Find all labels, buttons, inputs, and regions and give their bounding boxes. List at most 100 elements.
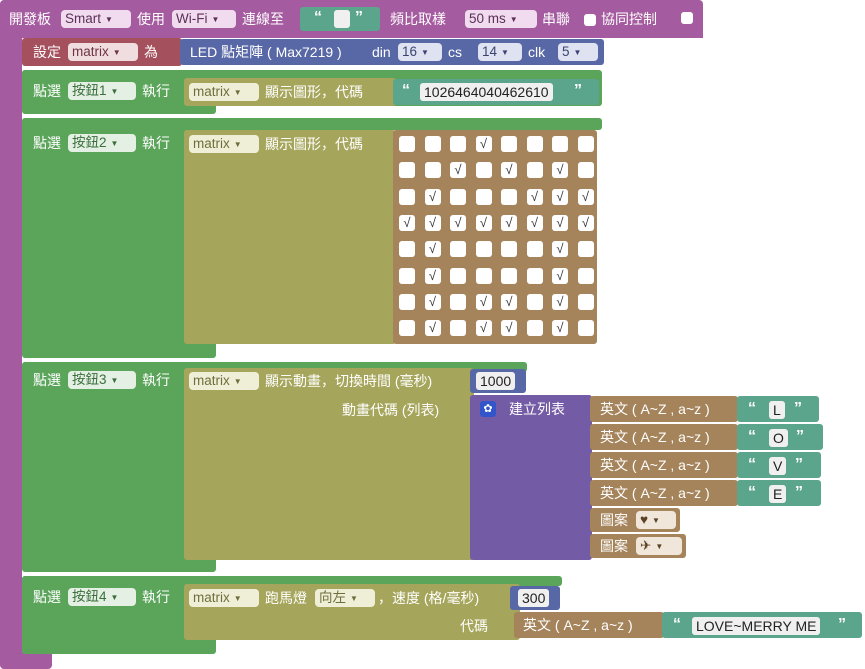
matrix-cell[interactable] bbox=[501, 188, 517, 205]
matrix-cell[interactable]: √ bbox=[450, 162, 466, 179]
matrix-cell[interactable]: √ bbox=[399, 214, 415, 231]
matrix-cell[interactable] bbox=[526, 293, 543, 310]
matrix-cell[interactable]: √ bbox=[424, 320, 441, 337]
matrix-cell[interactable]: √ bbox=[501, 320, 517, 337]
matrix-cell[interactable]: √ bbox=[475, 293, 492, 310]
pattern-code-field[interactable]: 1026464040462610 bbox=[420, 83, 553, 101]
matrix-cell[interactable]: √ bbox=[501, 214, 517, 231]
matrix-cell[interactable] bbox=[399, 241, 415, 258]
matrix-cell[interactable] bbox=[526, 267, 543, 284]
network-dropdown[interactable]: Wi-Fi ▼ bbox=[172, 10, 236, 28]
matrix-var-dropdown-1[interactable]: matrix ▼ bbox=[189, 83, 259, 101]
sync-label[interactable]: 協同控制 bbox=[584, 10, 657, 28]
device-id-field[interactable] bbox=[334, 10, 350, 28]
matrix-cell[interactable] bbox=[526, 320, 543, 337]
event-3-button-dropdown[interactable]: 按鈕3 ▼ bbox=[68, 371, 136, 389]
gear-icon[interactable]: ✿ bbox=[480, 401, 496, 417]
matrix-cell[interactable] bbox=[577, 241, 594, 258]
matrix-cell[interactable] bbox=[526, 162, 543, 179]
matrix-cell[interactable]: √ bbox=[475, 136, 492, 152]
matrix-cell[interactable]: √ bbox=[552, 267, 568, 284]
matrix-cell[interactable]: √ bbox=[475, 214, 492, 231]
matrix-cell[interactable] bbox=[399, 162, 415, 179]
matrix-cell[interactable]: √ bbox=[450, 214, 466, 231]
event-3-do-label: 執行 bbox=[142, 372, 170, 388]
matrix-cell[interactable] bbox=[501, 136, 517, 152]
marquee-text-field[interactable]: LOVE~MERRY ME bbox=[692, 617, 821, 635]
matrix-cell[interactable] bbox=[399, 136, 415, 152]
matrix-cell[interactable] bbox=[526, 241, 543, 258]
matrix-cell[interactable]: √ bbox=[552, 320, 568, 337]
letter-field-2[interactable]: O bbox=[769, 429, 788, 447]
direction-dropdown[interactable]: 向左 ▼ bbox=[315, 589, 375, 607]
matrix-cell[interactable]: √ bbox=[577, 214, 594, 231]
matrix-cell[interactable]: √ bbox=[577, 188, 594, 205]
matrix-cell[interactable] bbox=[450, 188, 466, 205]
matrix-cell[interactable]: √ bbox=[526, 214, 543, 231]
letter-field-4[interactable]: E bbox=[769, 485, 787, 503]
matrix-cell[interactable]: √ bbox=[475, 320, 492, 337]
matrix-grid-block[interactable]: √ √ √ √ √ √ √ √ √ √ √ √ √ √ √ √ √ √ √ √ √ √ √ √ √ √ √ √ bbox=[393, 130, 597, 344]
matrix-cell[interactable]: √ bbox=[526, 188, 543, 205]
matrix-cell[interactable] bbox=[399, 188, 415, 205]
matrix-cell[interactable] bbox=[577, 320, 594, 337]
setup-var-dropdown[interactable]: matrix ▼ bbox=[68, 43, 138, 61]
event-2-button-dropdown[interactable]: 按鈕2 ▼ bbox=[68, 134, 136, 152]
matrix-cell[interactable] bbox=[399, 267, 415, 284]
event-4-button-dropdown[interactable]: 按鈕4 ▼ bbox=[68, 588, 136, 606]
matrix-cell[interactable]: √ bbox=[552, 162, 568, 179]
matrix-animation-block[interactable] bbox=[184, 368, 474, 560]
matrix-cell[interactable] bbox=[450, 136, 466, 152]
matrix-var-dropdown-2[interactable]: matrix ▼ bbox=[189, 135, 259, 153]
matrix-cell[interactable] bbox=[399, 293, 415, 310]
matrix-cell[interactable] bbox=[424, 136, 441, 152]
matrix-cell[interactable] bbox=[450, 320, 466, 337]
matrix-cell[interactable] bbox=[501, 241, 517, 258]
matrix-cell[interactable]: √ bbox=[501, 293, 517, 310]
matrix-cell[interactable] bbox=[577, 162, 594, 179]
matrix-cell[interactable] bbox=[424, 162, 441, 179]
matrix-cell[interactable] bbox=[475, 162, 492, 179]
matrix-cell[interactable] bbox=[577, 267, 594, 284]
cs-dropdown[interactable]: 14 ▼ bbox=[478, 43, 522, 61]
matrix-cell[interactable] bbox=[552, 136, 568, 152]
matrix-cell[interactable]: √ bbox=[424, 267, 441, 284]
matrix-cell[interactable] bbox=[450, 267, 466, 284]
matrix-cell[interactable]: √ bbox=[424, 188, 441, 205]
clk-dropdown[interactable]: 5 ▼ bbox=[558, 43, 598, 61]
matrix-cell[interactable]: √ bbox=[501, 162, 517, 179]
matrix-cell[interactable] bbox=[577, 293, 594, 310]
event-1-button-dropdown[interactable]: 按鈕1 ▼ bbox=[68, 82, 136, 100]
matrix-cell[interactable] bbox=[399, 320, 415, 337]
matrix-cell[interactable]: √ bbox=[552, 188, 568, 205]
matrix-cell[interactable]: √ bbox=[552, 214, 568, 231]
sync-checkbox[interactable] bbox=[584, 14, 596, 26]
matrix-cell[interactable] bbox=[501, 267, 517, 284]
matrix-cell[interactable] bbox=[577, 136, 594, 152]
create-list-block[interactable] bbox=[470, 395, 592, 560]
matrix-cell[interactable]: √ bbox=[424, 241, 441, 258]
sample-dropdown[interactable]: 50 ms ▼ bbox=[465, 10, 537, 28]
letter-field-1[interactable]: L bbox=[769, 401, 785, 419]
matrix-show-block-2[interactable] bbox=[184, 130, 396, 344]
matrix-cell[interactable]: √ bbox=[552, 241, 568, 258]
matrix-cell[interactable]: √ bbox=[424, 293, 441, 310]
interval-field[interactable]: 1000 bbox=[476, 372, 516, 390]
airplane-pattern-dropdown[interactable]: ✈ ▼ bbox=[636, 537, 682, 555]
matrix-var-dropdown-3[interactable]: matrix ▼ bbox=[189, 372, 259, 390]
matrix-cell[interactable] bbox=[450, 241, 466, 258]
matrix-cell[interactable]: √ bbox=[552, 293, 568, 310]
letter-field-3[interactable]: V bbox=[769, 457, 787, 475]
matrix-cell[interactable] bbox=[475, 241, 492, 258]
board-dropdown[interactable]: Smart ▼ bbox=[61, 10, 131, 28]
speed-field[interactable]: 300 bbox=[518, 589, 550, 607]
heart-pattern-dropdown[interactable]: ♥ ▼ bbox=[636, 511, 676, 529]
matrix-cell[interactable] bbox=[475, 267, 492, 284]
matrix-cell[interactable] bbox=[475, 188, 492, 205]
matrix-cell[interactable] bbox=[450, 293, 466, 310]
matrix-var-dropdown-4[interactable]: matrix ▼ bbox=[189, 589, 259, 607]
din-dropdown[interactable]: 16 ▼ bbox=[398, 43, 442, 61]
extra-checkbox[interactable] bbox=[681, 12, 693, 24]
matrix-cell[interactable] bbox=[526, 136, 543, 152]
matrix-cell[interactable]: √ bbox=[424, 214, 441, 231]
